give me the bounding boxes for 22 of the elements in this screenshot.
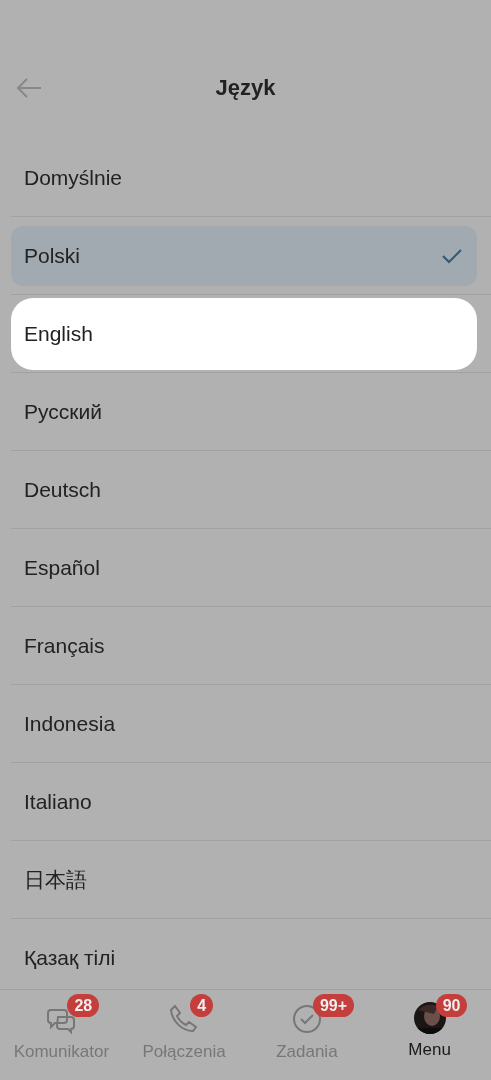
language-option[interactable]: Domyślnie	[11, 147, 477, 208]
nav-tab[interactable]: Zadania 99+	[245, 990, 369, 1080]
language-option[interactable]: Deutsch	[11, 459, 477, 520]
screen-title: Język	[215, 75, 276, 101]
nav-tab[interactable]: Komunikator 28	[0, 990, 123, 1080]
language-option[interactable]: Indonesia	[11, 693, 477, 754]
language-option[interactable]: Français	[11, 615, 477, 676]
language-option[interactable]: Español	[11, 537, 477, 598]
language-option[interactable]: Қазақ тілі	[11, 927, 477, 988]
count-badge: 4	[190, 994, 214, 1017]
language-option[interactable]: 日本語	[11, 849, 477, 910]
count-badge: 99+	[312, 994, 354, 1017]
back-button[interactable]	[16, 77, 42, 99]
nav-tab[interactable]: Menu 90	[368, 990, 491, 1080]
count-badge: 28	[67, 994, 100, 1017]
language-option[interactable]: Русский	[11, 381, 477, 442]
count-badge: 90	[435, 994, 468, 1017]
language-option[interactable]: English	[11, 297, 477, 370]
checkmark-icon	[441, 246, 463, 265]
language-option[interactable]: Italiano	[11, 771, 477, 832]
nav-tab[interactable]: Połączenia 4	[122, 990, 246, 1080]
language-option[interactable]: Polski	[11, 225, 477, 286]
